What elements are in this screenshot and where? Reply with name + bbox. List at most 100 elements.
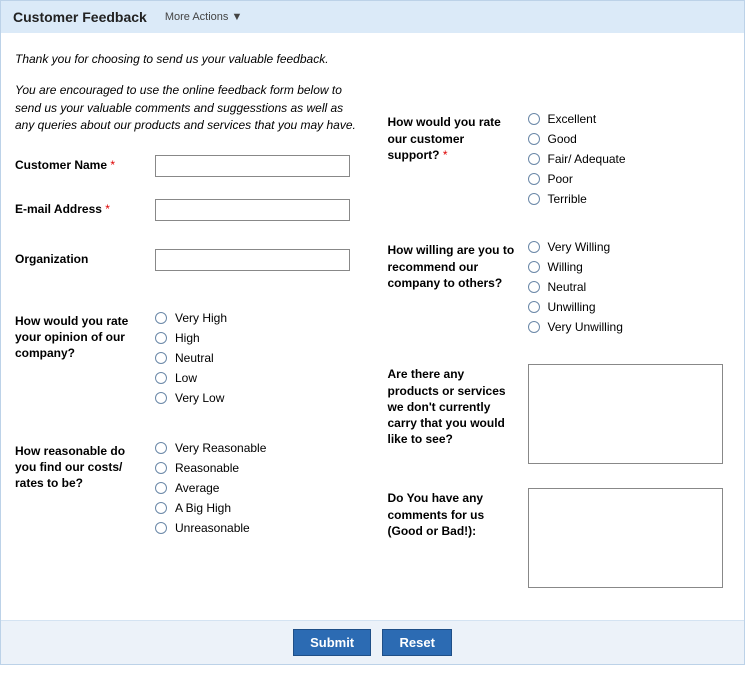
organization-field: Organization [15,249,358,271]
radio-icon[interactable] [528,153,540,165]
products-textarea[interactable] [528,364,723,464]
comments-field: Do You have any comments for us (Good or… [388,488,731,588]
radio-icon[interactable] [155,352,167,364]
radio-icon[interactable] [528,193,540,205]
costs-option[interactable]: A Big High [155,501,266,515]
support-option-label: Terrible [548,192,587,206]
opinion-option[interactable]: High [155,331,227,345]
radio-icon[interactable] [155,462,167,474]
more-actions-menu[interactable]: More Actions ▼ [165,11,243,23]
opinion-option[interactable]: Low [155,371,227,385]
support-label: How would you rate our customer support?… [388,112,518,163]
recommend-label: How willing are you to recommend our com… [388,240,518,291]
support-option[interactable]: Good [528,132,626,146]
recommend-option[interactable]: Neutral [528,280,623,294]
header-bar: Customer Feedback More Actions ▼ [1,1,744,33]
costs-option-label: Reasonable [175,461,239,475]
radio-icon[interactable] [528,281,540,293]
costs-option-label: Unreasonable [175,521,250,535]
right-column: How would you rate our customer support?… [388,82,731,610]
recommend-radio-group: Very Willing Willing Neutral Unwilling V… [528,240,623,334]
customer-name-field: Customer Name * [15,155,358,177]
radio-icon[interactable] [155,522,167,534]
radio-icon[interactable] [155,482,167,494]
required-marker: * [105,202,110,216]
page-title: Customer Feedback [13,9,147,25]
customer-name-input[interactable] [155,155,350,177]
costs-option[interactable]: Unreasonable [155,521,266,535]
email-field: E-mail Address * [15,199,358,221]
costs-label: How reasonable do you find our costs/ ra… [15,441,145,492]
reset-button[interactable]: Reset [382,629,451,656]
submit-button[interactable]: Submit [293,629,371,656]
support-option-label: Fair/ Adequate [548,152,626,166]
costs-option-label: Very Reasonable [175,441,266,455]
recommend-option[interactable]: Very Willing [528,240,623,254]
support-option[interactable]: Terrible [528,192,626,206]
comments-textarea[interactable] [528,488,723,588]
required-marker: * [443,148,448,162]
costs-field: How reasonable do you find our costs/ ra… [15,441,358,535]
email-label: E-mail Address * [15,199,145,217]
support-option-label: Excellent [548,112,597,126]
recommend-option-label: Very Willing [548,240,611,254]
recommend-option[interactable]: Willing [528,260,623,274]
recommend-option-label: Very Unwilling [548,320,623,334]
radio-icon[interactable] [528,173,540,185]
support-option[interactable]: Fair/ Adequate [528,152,626,166]
support-option-label: Poor [548,172,573,186]
radio-icon[interactable] [155,502,167,514]
intro-text-2: You are encouraged to use the online fee… [15,82,358,134]
opinion-radio-group: Very High High Neutral Low Very Low [155,311,227,405]
opinion-option[interactable]: Very High [155,311,227,325]
opinion-field: How would you rate your opinion of our c… [15,311,358,405]
radio-icon[interactable] [155,442,167,454]
recommend-option[interactable]: Very Unwilling [528,320,623,334]
opinion-label: How would you rate your opinion of our c… [15,311,145,362]
support-option-label: Good [548,132,577,146]
opinion-option-label: Very Low [175,391,224,405]
costs-option[interactable]: Very Reasonable [155,441,266,455]
intro-text-1: Thank you for choosing to send us your v… [15,51,355,68]
recommend-option[interactable]: Unwilling [528,300,623,314]
products-label: Are there any products or services we do… [388,364,518,447]
costs-option-label: A Big High [175,501,231,515]
products-field: Are there any products or services we do… [388,364,731,464]
costs-option[interactable]: Average [155,481,266,495]
organization-label: Organization [15,249,145,267]
email-label-text: E-mail Address [15,202,102,216]
radio-icon[interactable] [155,392,167,404]
opinion-option[interactable]: Very Low [155,391,227,405]
radio-icon[interactable] [528,241,540,253]
radio-icon[interactable] [528,261,540,273]
opinion-option-label: Low [175,371,197,385]
organization-input[interactable] [155,249,350,271]
form-body: Thank you for choosing to send us your v… [1,33,744,620]
support-radio-group: Excellent Good Fair/ Adequate Poor Terri… [528,112,626,206]
recommend-option-label: Neutral [548,280,587,294]
comments-label: Do You have any comments for us (Good or… [388,488,518,539]
radio-icon[interactable] [528,133,540,145]
opinion-option-label: High [175,331,200,345]
email-input[interactable] [155,199,350,221]
recommend-option-label: Willing [548,260,583,274]
radio-icon[interactable] [528,301,540,313]
recommend-field: How willing are you to recommend our com… [388,240,731,334]
customer-name-label: Customer Name * [15,155,145,173]
footer-bar: Submit Reset [1,620,744,664]
radio-icon[interactable] [528,321,540,333]
opinion-option-label: Very High [175,311,227,325]
opinion-option[interactable]: Neutral [155,351,227,365]
support-option[interactable]: Poor [528,172,626,186]
left-column: You are encouraged to use the online fee… [15,82,358,610]
form-frame: Customer Feedback More Actions ▼ Thank y… [0,0,745,665]
support-option[interactable]: Excellent [528,112,626,126]
required-marker: * [110,158,115,172]
radio-icon[interactable] [155,312,167,324]
support-field: How would you rate our customer support?… [388,112,731,206]
costs-option[interactable]: Reasonable [155,461,266,475]
radio-icon[interactable] [155,372,167,384]
costs-option-label: Average [175,481,219,495]
radio-icon[interactable] [528,113,540,125]
radio-icon[interactable] [155,332,167,344]
